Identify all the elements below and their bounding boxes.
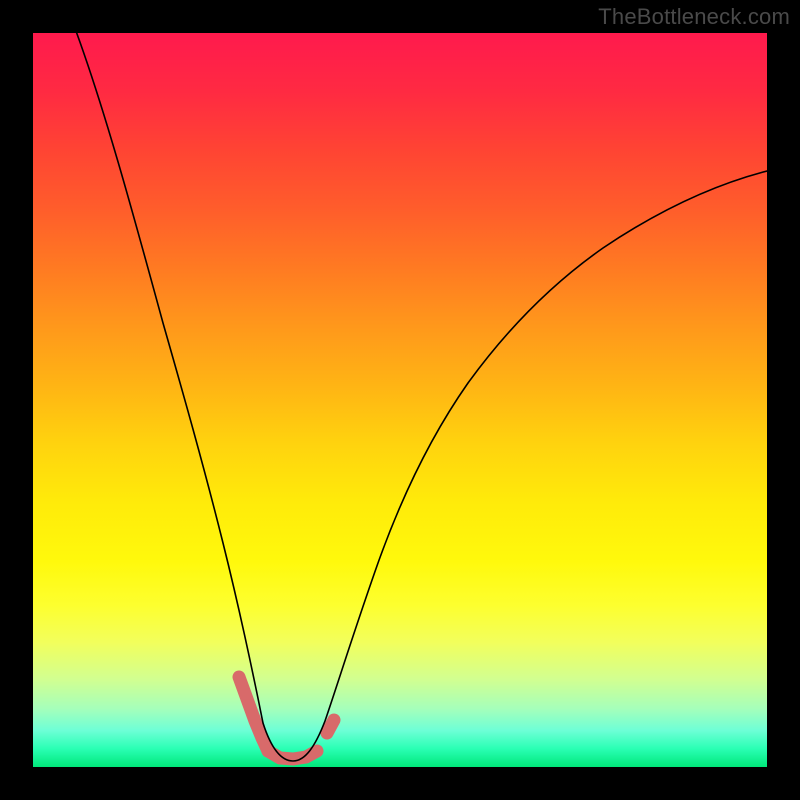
optimal-zone-highlight bbox=[239, 677, 334, 759]
bottleneck-curve bbox=[73, 33, 767, 761]
watermark-text: TheBottleneck.com bbox=[598, 4, 790, 30]
curve-svg bbox=[33, 33, 767, 767]
highlight-bottom bbox=[268, 751, 317, 759]
highlight-right-dot bbox=[327, 720, 334, 733]
chart-frame: TheBottleneck.com bbox=[0, 0, 800, 800]
highlight-left bbox=[239, 677, 268, 751]
plot-area bbox=[33, 33, 767, 767]
